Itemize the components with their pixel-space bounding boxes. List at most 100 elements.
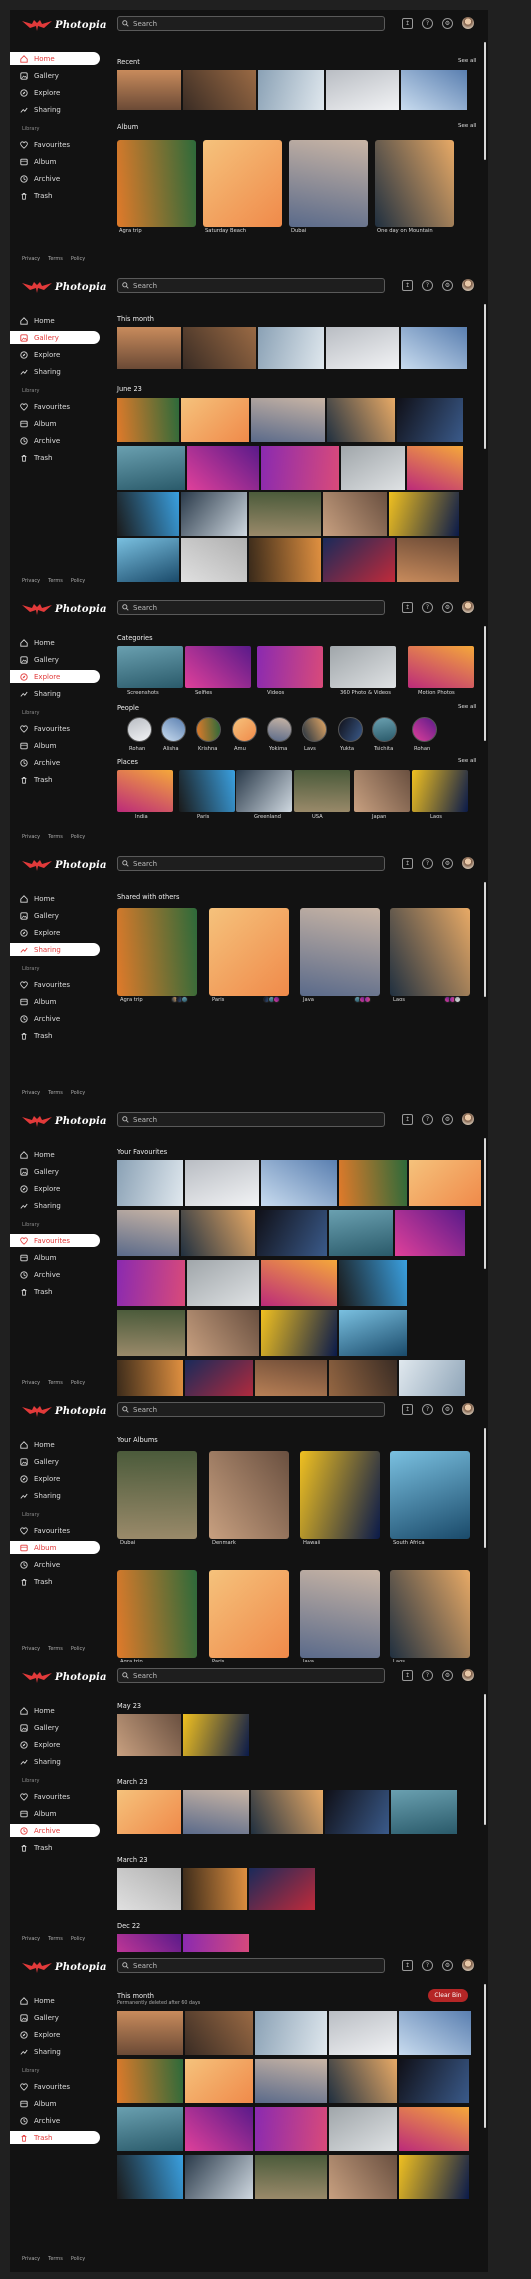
- photo-thumbnail[interactable]: [185, 1360, 253, 1396]
- sidebar-item-trash[interactable]: Trash: [10, 2131, 100, 2144]
- settings-icon[interactable]: ⚙: [442, 1404, 453, 1415]
- help-icon[interactable]: ?: [422, 1404, 433, 1415]
- photo-thumbnail[interactable]: [399, 2107, 469, 2151]
- sidebar-item-explore[interactable]: Explore: [10, 1738, 100, 1751]
- photo-thumbnail[interactable]: [251, 398, 325, 442]
- footer-link[interactable]: Terms: [48, 1936, 63, 1942]
- footer-link[interactable]: Policy: [71, 1380, 85, 1386]
- photo-thumbnail[interactable]: [255, 2059, 327, 2103]
- avatar[interactable]: [462, 857, 474, 869]
- sidebar-item-archive[interactable]: Archive: [10, 1012, 100, 1025]
- photo-thumbnail[interactable]: [399, 2155, 469, 2199]
- category-card[interactable]: [117, 646, 183, 688]
- search-input[interactable]: Search: [117, 16, 385, 31]
- scrollbar[interactable]: [484, 626, 486, 741]
- photo-thumbnail[interactable]: [181, 398, 249, 442]
- sidebar-item-album[interactable]: Album: [10, 417, 100, 430]
- sidebar-item-explore[interactable]: Explore: [10, 86, 100, 99]
- avatar[interactable]: [462, 1959, 474, 1971]
- photo-thumbnail[interactable]: [117, 1934, 181, 1952]
- photo-thumbnail[interactable]: [183, 1934, 249, 1952]
- footer-link[interactable]: Terms: [48, 1380, 63, 1386]
- sidebar-item-archive[interactable]: Archive: [10, 1824, 100, 1837]
- photo-thumbnail[interactable]: [251, 1790, 323, 1834]
- photo-thumbnail[interactable]: [329, 2011, 397, 2055]
- avatar[interactable]: [462, 601, 474, 613]
- upload-icon[interactable]: ↥: [402, 1960, 413, 1971]
- sidebar-item-sharing[interactable]: Sharing: [10, 365, 100, 378]
- sidebar-item-favourites[interactable]: Favourites: [10, 1234, 100, 1247]
- sidebar-item-album[interactable]: Album: [10, 1251, 100, 1264]
- photo-thumbnail[interactable]: [117, 1714, 181, 1756]
- photo-thumbnail[interactable]: [339, 1310, 407, 1356]
- sidebar-item-explore[interactable]: Explore: [10, 2028, 100, 2041]
- shared-album-card[interactable]: [300, 908, 380, 996]
- sidebar-item-gallery[interactable]: Gallery: [10, 909, 100, 922]
- photo-thumbnail[interactable]: [255, 2107, 327, 2151]
- photo-thumbnail[interactable]: [117, 2059, 183, 2103]
- album-card[interactable]: [375, 140, 454, 227]
- upload-icon[interactable]: ↥: [402, 280, 413, 291]
- photo-thumbnail[interactable]: [261, 1310, 337, 1356]
- sidebar-item-gallery[interactable]: Gallery: [10, 653, 100, 666]
- photo-thumbnail[interactable]: [117, 538, 179, 582]
- photo-thumbnail[interactable]: [325, 1790, 389, 1834]
- photo-thumbnail[interactable]: [401, 70, 467, 110]
- see-all-link[interactable]: See all: [458, 704, 476, 710]
- search-input[interactable]: Search: [117, 1668, 385, 1683]
- sidebar-item-gallery[interactable]: Gallery: [10, 1165, 100, 1178]
- avatar[interactable]: [462, 1113, 474, 1125]
- upload-icon[interactable]: ↥: [402, 1670, 413, 1681]
- shared-album-card[interactable]: [209, 908, 289, 996]
- photo-thumbnail[interactable]: [117, 446, 185, 490]
- shared-album-card[interactable]: [390, 908, 470, 996]
- photo-thumbnail[interactable]: [329, 2107, 397, 2151]
- scrollbar[interactable]: [484, 1984, 486, 2128]
- album-card[interactable]: [117, 140, 196, 227]
- photo-thumbnail[interactable]: [181, 492, 247, 536]
- photo-thumbnail[interactable]: [329, 2155, 397, 2199]
- footer-link[interactable]: Privacy: [22, 1380, 40, 1386]
- footer-link[interactable]: Terms: [48, 834, 63, 840]
- photo-thumbnail[interactable]: [339, 1160, 407, 1206]
- footer-link[interactable]: Terms: [48, 578, 63, 584]
- footer-link[interactable]: Privacy: [22, 256, 40, 262]
- sidebar-item-trash[interactable]: Trash: [10, 1285, 100, 1298]
- photo-thumbnail[interactable]: [181, 538, 247, 582]
- sidebar-item-trash[interactable]: Trash: [10, 1575, 100, 1588]
- photo-thumbnail[interactable]: [117, 1160, 183, 1206]
- album-card[interactable]: [300, 1451, 380, 1539]
- sidebar-item-home[interactable]: Home: [10, 314, 100, 327]
- sidebar-item-explore[interactable]: Explore: [10, 348, 100, 361]
- sidebar-item-home[interactable]: Home: [10, 1704, 100, 1717]
- avatar[interactable]: [462, 1403, 474, 1415]
- sidebar-item-archive[interactable]: Archive: [10, 434, 100, 447]
- upload-icon[interactable]: ↥: [402, 858, 413, 869]
- settings-icon[interactable]: ⚙: [442, 1670, 453, 1681]
- avatar[interactable]: [462, 279, 474, 291]
- photo-thumbnail[interactable]: [117, 2155, 183, 2199]
- photo-thumbnail[interactable]: [261, 1160, 337, 1206]
- see-all-link[interactable]: See all: [458, 123, 476, 129]
- search-input[interactable]: Search: [117, 856, 385, 871]
- person-avatar[interactable]: [127, 717, 152, 742]
- sidebar-item-album[interactable]: Album: [10, 1541, 100, 1554]
- photo-thumbnail[interactable]: [185, 2011, 253, 2055]
- photo-thumbnail[interactable]: [187, 446, 259, 490]
- settings-icon[interactable]: ⚙: [442, 1114, 453, 1125]
- sidebar-item-sharing[interactable]: Sharing: [10, 1199, 100, 1212]
- help-icon[interactable]: ?: [422, 18, 433, 29]
- album-card[interactable]: [390, 1451, 470, 1539]
- photo-thumbnail[interactable]: [117, 2107, 183, 2151]
- person-avatar[interactable]: [267, 717, 292, 742]
- help-icon[interactable]: ?: [422, 1670, 433, 1681]
- photo-thumbnail[interactable]: [117, 1360, 183, 1396]
- sidebar-item-archive[interactable]: Archive: [10, 2114, 100, 2127]
- footer-link[interactable]: Policy: [71, 1090, 85, 1096]
- avatar[interactable]: [462, 1669, 474, 1681]
- sidebar-item-favourites[interactable]: Favourites: [10, 1524, 100, 1537]
- photo-thumbnail[interactable]: [249, 538, 321, 582]
- sidebar-item-album[interactable]: Album: [10, 1807, 100, 1820]
- photo-thumbnail[interactable]: [323, 538, 395, 582]
- footer-link[interactable]: Policy: [71, 1936, 85, 1942]
